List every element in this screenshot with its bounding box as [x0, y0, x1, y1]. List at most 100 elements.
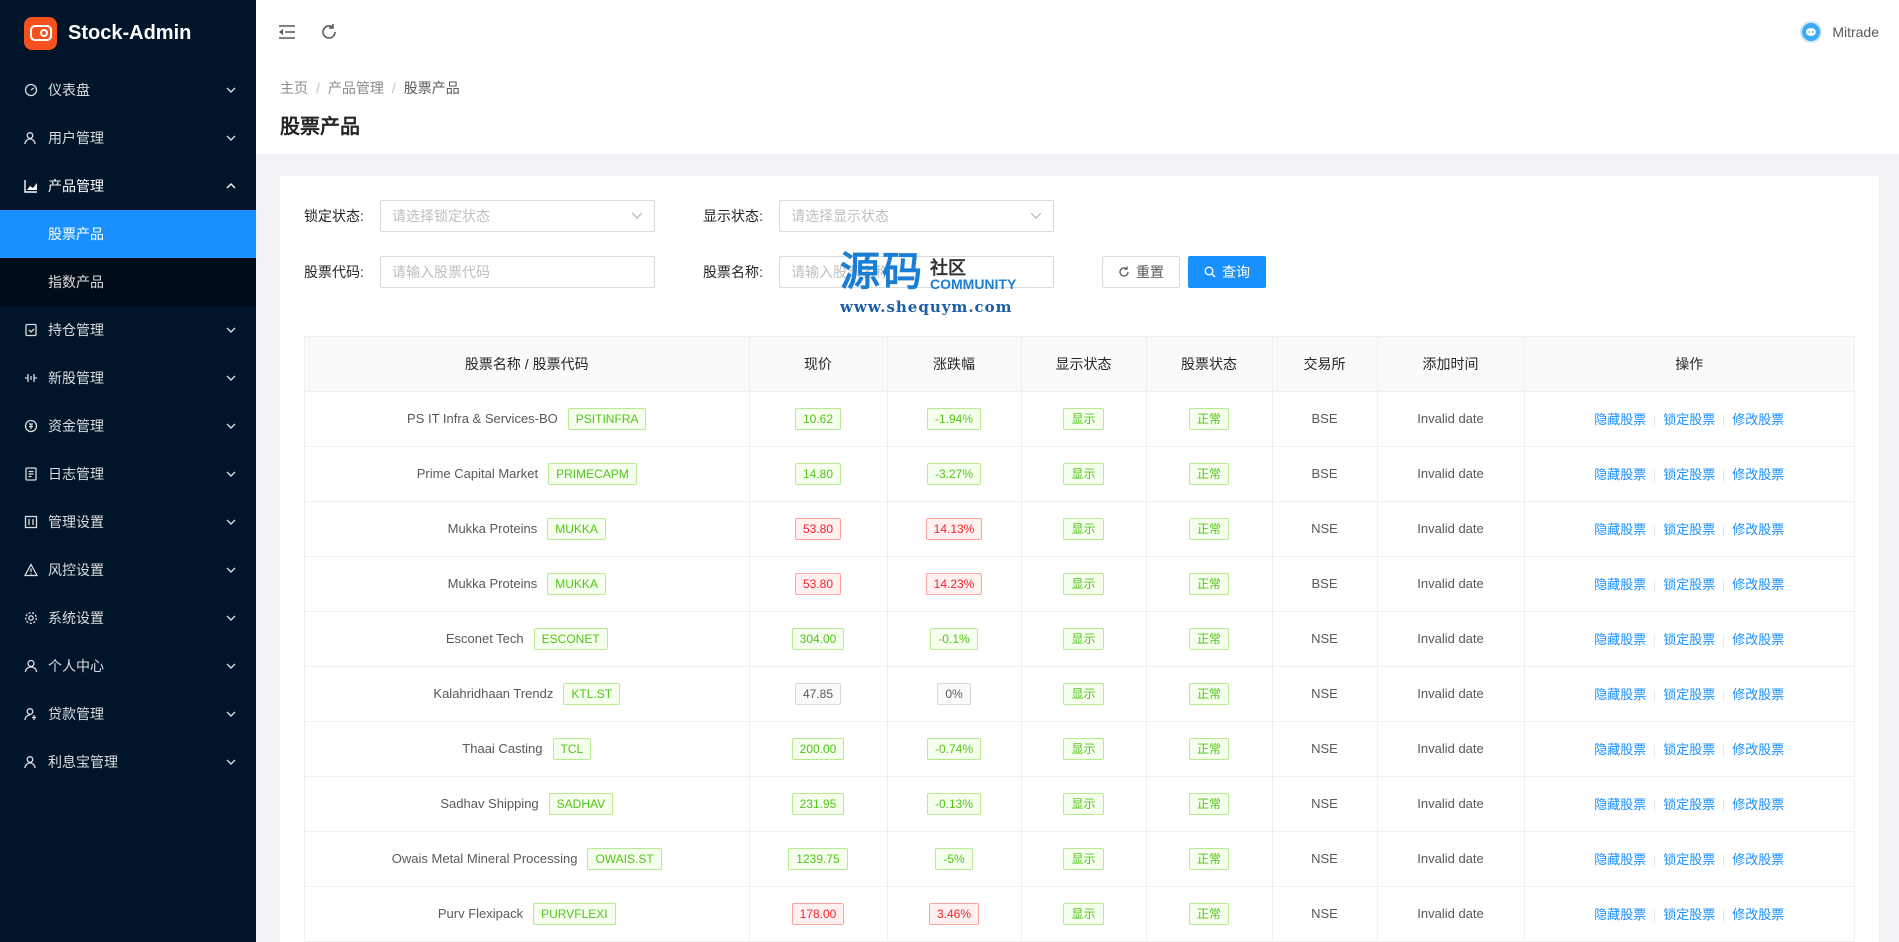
edit-stock-link[interactable]: 修改股票	[1732, 522, 1784, 537]
lock-stock-link[interactable]: 锁定股票	[1663, 522, 1715, 537]
cell-actions: 隐藏股票 锁定股票 修改股票	[1524, 611, 1854, 667]
stock-name-input[interactable]: 请输入股票名称	[779, 256, 1054, 288]
sidebar-item-products[interactable]: 产品管理	[0, 162, 256, 210]
stock-status-tag: 正常	[1188, 847, 1229, 870]
cell-added: Invalid date	[1377, 666, 1525, 722]
sidebar-subitem-index-products[interactable]: 指数产品	[0, 258, 256, 306]
reload-icon[interactable]	[318, 21, 340, 43]
cell-change: 14.13%	[887, 501, 1022, 557]
column-header-col-name-code: 股票名称 / 股票代码	[305, 337, 750, 392]
reset-button[interactable]: 重置	[1102, 256, 1180, 288]
chevron-down-icon	[226, 517, 236, 527]
sidebar-item-profile[interactable]: 个人中心	[0, 642, 256, 690]
cell-name-code: Purv Flexipack PURVFLEXI	[305, 886, 750, 942]
sidebar-item-label: 风控设置	[48, 562, 104, 578]
lock-stock-link[interactable]: 锁定股票	[1663, 907, 1715, 922]
sidebar-item-label: 新股管理	[48, 370, 104, 386]
cell-change: -1.94%	[887, 391, 1022, 447]
sidebar-item-loans[interactable]: 贷款管理	[0, 690, 256, 738]
hide-stock-link[interactable]: 隐藏股票	[1594, 522, 1646, 537]
sidebar-item-interest[interactable]: 利息宝管理	[0, 738, 256, 786]
breadcrumb-products[interactable]: 产品管理	[328, 78, 384, 98]
cell-exchange: NSE	[1272, 776, 1378, 832]
edit-stock-link[interactable]: 修改股票	[1732, 907, 1784, 922]
cell-change: -5%	[887, 831, 1022, 887]
breadcrumb-home[interactable]: 主页	[280, 78, 308, 98]
stock-code-input[interactable]: 请输入股票代码	[380, 256, 655, 288]
breadcrumb-current: 股票产品	[403, 80, 460, 96]
app-logo[interactable]: Stock-Admin	[0, 0, 256, 66]
page-title: 股票产品	[280, 116, 360, 138]
display-status-tag: 显示	[1063, 572, 1104, 595]
sidebar-item-label: 贷款管理	[48, 706, 104, 722]
sidebar-item-label: 持仓管理	[48, 322, 104, 338]
new-stock-icon	[24, 371, 38, 385]
hide-stock-link[interactable]: 隐藏股票	[1594, 852, 1646, 867]
sidebar: Stock-Admin 仪表盘 用户管理产品管理股票产品 指数产品持仓管理新股管理资…	[0, 0, 256, 942]
column-header-col-exchange: 交易所	[1272, 337, 1378, 392]
stock-name: Mukka Proteins	[447, 520, 538, 536]
sidebar-item-risk[interactable]: 风控设置	[0, 546, 256, 594]
hide-stock-link[interactable]: 隐藏股票	[1594, 687, 1646, 702]
display-status-select[interactable]: 请选择显示状态	[779, 200, 1054, 232]
hide-stock-link[interactable]: 隐藏股票	[1594, 907, 1646, 922]
sidebar-subitem-stock-products[interactable]: 股票产品	[0, 210, 256, 258]
display-status-label: 显示状态:	[703, 208, 763, 224]
cell-exchange: NSE	[1272, 666, 1378, 722]
sidebar-item-users[interactable]: 用户管理	[0, 114, 256, 162]
sidebar-item-dashboard[interactable]: 仪表盘	[0, 66, 256, 114]
cell-status: 正常	[1146, 556, 1273, 612]
chevron-down-icon	[1030, 212, 1042, 219]
edit-stock-link[interactable]: 修改股票	[1732, 577, 1784, 592]
edit-stock-link[interactable]: 修改股票	[1732, 632, 1784, 647]
cell-name-code: Esconet Tech ESCONET	[305, 611, 750, 667]
edit-stock-link[interactable]: 修改股票	[1732, 742, 1784, 757]
hide-stock-link[interactable]: 隐藏股票	[1594, 742, 1646, 757]
cell-change: -0.13%	[887, 776, 1022, 832]
lock-stock-link[interactable]: 锁定股票	[1663, 577, 1715, 592]
sidebar-item-system[interactable]: 系统设置	[0, 594, 256, 642]
table-row: Mukka Proteins MUKKA 53.80 14.23% 显示 正常 BSE Inv…	[305, 556, 1854, 612]
lock-stock-link[interactable]: 锁定股票	[1663, 412, 1715, 427]
hide-stock-link[interactable]: 隐藏股票	[1594, 467, 1646, 482]
change-tag: -0.13%	[926, 792, 982, 815]
stock-code-tag: PRIMECAPM	[548, 462, 637, 485]
lock-stock-link[interactable]: 锁定股票	[1663, 852, 1715, 867]
lock-status-item: 锁定状态: 请选择锁定状态	[304, 200, 655, 232]
lock-stock-link[interactable]: 锁定股票	[1663, 687, 1715, 702]
hide-stock-link[interactable]: 隐藏股票	[1594, 577, 1646, 592]
lock-stock-link[interactable]: 锁定股票	[1663, 742, 1715, 757]
filter-row-2: 股票代码: 请输入股票代码 股票名称: 请输入股票名称 重置 查询	[304, 256, 1855, 288]
sidebar-item-label: 产品管理	[48, 178, 104, 194]
price-tag: 10.62	[794, 407, 842, 430]
hide-stock-link[interactable]: 隐藏股票	[1594, 412, 1646, 427]
lock-status-select[interactable]: 请选择锁定状态	[380, 200, 655, 232]
hide-stock-link[interactable]: 隐藏股票	[1594, 632, 1646, 647]
sidebar-item-ipo[interactable]: 新股管理	[0, 354, 256, 402]
user-menu[interactable]: Mitrade	[1800, 21, 1879, 43]
edit-stock-link[interactable]: 修改股票	[1732, 467, 1784, 482]
money-icon	[24, 419, 38, 433]
cell-exchange: NSE	[1272, 721, 1378, 777]
sidebar-item-logs[interactable]: 日志管理	[0, 450, 256, 498]
search-button[interactable]: 查询	[1188, 256, 1266, 288]
edit-stock-link[interactable]: 修改股票	[1732, 797, 1784, 812]
cell-display: 显示	[1021, 831, 1147, 887]
lock-stock-link[interactable]: 锁定股票	[1663, 797, 1715, 812]
menu-fold-icon[interactable]	[276, 21, 298, 43]
position-icon	[24, 323, 38, 337]
area-chart-icon	[24, 179, 38, 193]
chevron-down-icon	[226, 757, 236, 767]
stock-name-placeholder: 请输入股票名称	[791, 264, 889, 280]
cell-added: Invalid date	[1377, 776, 1525, 832]
sidebar-item-admin-settings[interactable]: 管理设置	[0, 498, 256, 546]
stock-status-tag: 正常	[1188, 572, 1229, 595]
sidebar-item-funds[interactable]: 资金管理	[0, 402, 256, 450]
edit-stock-link[interactable]: 修改股票	[1732, 412, 1784, 427]
lock-stock-link[interactable]: 锁定股票	[1663, 632, 1715, 647]
edit-stock-link[interactable]: 修改股票	[1732, 852, 1784, 867]
edit-stock-link[interactable]: 修改股票	[1732, 687, 1784, 702]
hide-stock-link[interactable]: 隐藏股票	[1594, 797, 1646, 812]
sidebar-item-positions[interactable]: 持仓管理	[0, 306, 256, 354]
lock-stock-link[interactable]: 锁定股票	[1663, 467, 1715, 482]
